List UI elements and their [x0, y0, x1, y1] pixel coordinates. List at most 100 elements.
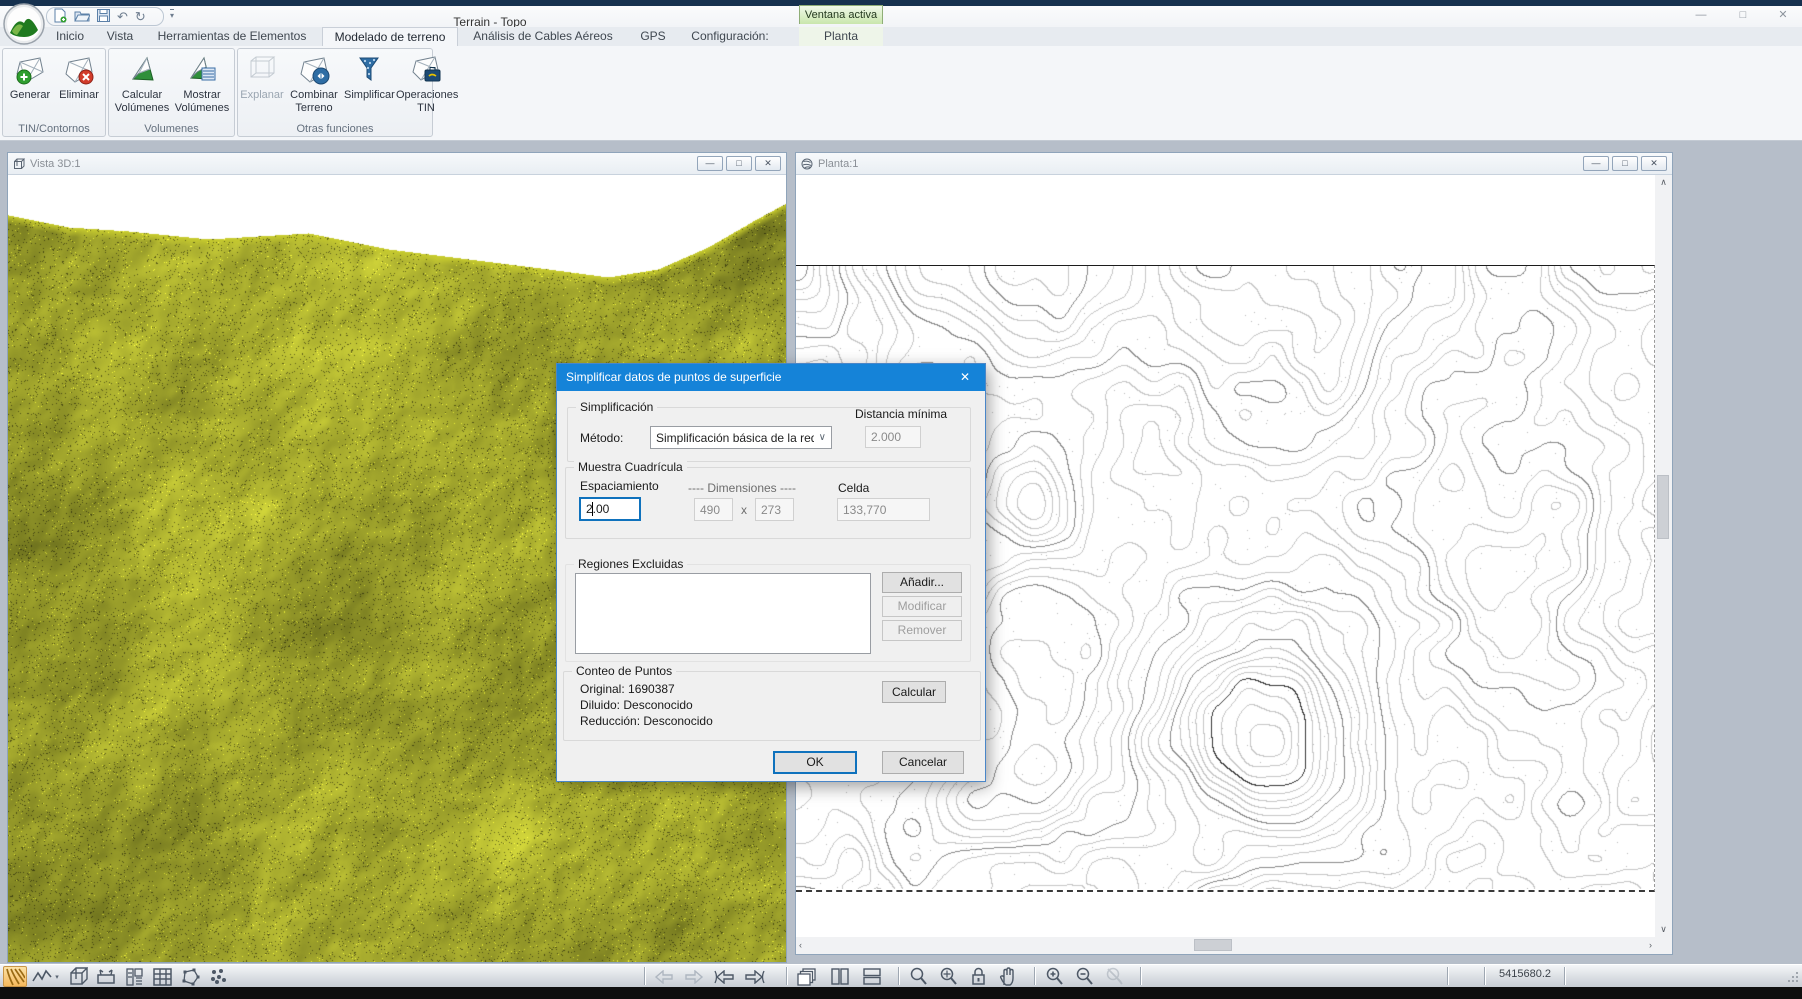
forward-icon[interactable]	[682, 966, 706, 987]
tin-add-icon	[13, 53, 47, 87]
generar-button[interactable]: Generar	[7, 52, 53, 122]
scrollbar-corner	[1655, 937, 1672, 954]
profile-line-icon[interactable]	[30, 966, 54, 987]
ribbon-group-tin-contornos: Generar Eliminar TIN/Contornos	[2, 48, 106, 137]
scroll-right-icon[interactable]: ›	[1649, 940, 1652, 950]
horizontal-scroll-thumb[interactable]	[1194, 939, 1232, 951]
profile-line-dropdown-icon[interactable]: ▾	[52, 966, 62, 987]
open-file-icon[interactable]	[74, 9, 90, 25]
mostrar-volumenes-button[interactable]: Mostrar Volúmenes	[173, 52, 231, 122]
group-muestra-label: Muestra Cuadrícula	[574, 460, 687, 474]
minimize-button[interactable]: —	[1686, 8, 1716, 24]
ribbon-group-volumenes: Calcular Volúmenes Mostrar Volúmenes Vol…	[108, 48, 235, 137]
polygon-edit-icon[interactable]	[178, 966, 202, 987]
dimension-width-field[interactable]	[694, 498, 733, 521]
next-view-icon[interactable]	[742, 966, 766, 987]
metodo-combobox[interactable]: Simplificación básica de la red (ráp ∨	[650, 426, 832, 449]
app-titlebar: Terrain - Topo	[0, 6, 1802, 27]
cascade-windows-icon[interactable]	[794, 966, 818, 987]
vertical-scrollbar[interactable]: ∧ ∨	[1655, 175, 1672, 937]
close-button[interactable]: ✕	[1768, 8, 1798, 24]
operaciones-tin-button[interactable]: Operaciones TIN	[396, 52, 456, 122]
simplificar-button[interactable]: Simplificar	[344, 52, 394, 122]
tile-horizontal-icon[interactable]	[860, 966, 884, 987]
zoom-extents-icon[interactable]	[936, 966, 960, 987]
anadir-button[interactable]: Añadir...	[882, 572, 962, 593]
merge-terrain-icon	[297, 53, 331, 87]
eliminar-button[interactable]: Eliminar	[55, 52, 103, 122]
simplify-dialog: Simplificar datos de puntos de superfici…	[556, 363, 986, 782]
combinar-terreno-button[interactable]: Combinar Terreno	[286, 52, 342, 122]
app-logo-icon[interactable]	[3, 3, 45, 45]
tab-gps[interactable]: GPS	[630, 27, 676, 46]
planta-close-button[interactable]: ✕	[1641, 156, 1667, 171]
bottom-toolbar: ▾	[0, 964, 1802, 987]
distancia-minima-field[interactable]	[865, 426, 921, 448]
tab-herramientas[interactable]: Herramientas de Elementos	[144, 27, 320, 46]
group-title: TIN/Contornos	[3, 123, 105, 135]
view-3d-icon[interactable]	[66, 966, 90, 987]
celda-field[interactable]	[837, 498, 930, 521]
calcular-volumenes-button[interactable]: Calcular Volúmenes	[113, 52, 171, 122]
new-file-icon[interactable]	[53, 8, 67, 26]
regiones-listbox[interactable]	[575, 573, 871, 654]
vista3d-close-button[interactable]: ✕	[755, 156, 781, 171]
explanar-button[interactable]: Explanar	[240, 52, 284, 122]
tab-configuracion[interactable]: Configuración:	[680, 27, 780, 46]
vista3d-maximize-button[interactable]: □	[726, 156, 752, 171]
point-cloud-icon[interactable]	[206, 966, 230, 987]
vista3d-titlebar[interactable]: Vista 3D:1 — □ ✕	[8, 153, 786, 175]
dialog-title[interactable]: Simplificar datos de puntos de superfici…	[557, 364, 985, 391]
back-icon[interactable]	[652, 966, 676, 987]
vista3d-minimize-button[interactable]: —	[697, 156, 723, 171]
espaciamiento-field[interactable]	[579, 497, 641, 521]
section-view-icon[interactable]	[94, 966, 118, 987]
planta-title: Planta:1	[818, 158, 858, 170]
grid-table-icon[interactable]	[150, 966, 174, 987]
panel-manager-icon[interactable]	[122, 966, 146, 987]
qat-customize-icon[interactable]: ▾	[170, 9, 174, 20]
maximize-button[interactable]: □	[1728, 8, 1758, 24]
resize-grip[interactable]	[1787, 971, 1799, 983]
scroll-left-icon[interactable]: ‹	[799, 940, 802, 950]
vertical-scroll-thumb[interactable]	[1657, 475, 1669, 539]
zoom-out-icon[interactable]	[1072, 966, 1096, 987]
dimension-height-field[interactable]	[755, 498, 794, 521]
tab-vista[interactable]: Vista	[96, 27, 144, 46]
tile-vertical-icon[interactable]	[828, 966, 852, 987]
dialog-close-icon[interactable]: ✕	[945, 364, 985, 391]
remover-button[interactable]: Remover	[882, 620, 962, 641]
horizontal-scrollbar[interactable]: ‹ ›	[796, 937, 1655, 954]
espaciamiento-label: Espaciamiento	[580, 479, 659, 493]
group-regiones-excluidas: Regiones Excluidas Añadir... Modificar R…	[565, 564, 971, 662]
zoom-lock-icon[interactable]	[966, 966, 990, 987]
planta-maximize-button[interactable]: □	[1612, 156, 1638, 171]
calcular-button[interactable]: Calcular	[882, 681, 946, 703]
previous-view-icon[interactable]	[712, 966, 736, 987]
ribbon-tab-row: Inicio Vista Herramientas de Elementos M…	[0, 27, 1802, 46]
tab-inicio[interactable]: Inicio	[44, 27, 96, 46]
scroll-down-icon[interactable]: ∨	[1655, 924, 1672, 935]
contour-display-icon[interactable]	[3, 966, 27, 987]
zoom-in-icon[interactable]	[1042, 966, 1066, 987]
modificar-button[interactable]: Modificar	[882, 596, 962, 617]
metodo-value: Simplificación básica de la red (ráp	[656, 431, 814, 445]
pan-hand-icon[interactable]	[996, 966, 1020, 987]
zoom-off-icon[interactable]	[1102, 966, 1126, 987]
save-icon[interactable]	[97, 9, 110, 25]
undo-icon[interactable]: ↶	[117, 10, 128, 23]
conteo-reduccion: Reducción: Desconocido	[580, 714, 713, 728]
ok-button[interactable]: OK	[773, 751, 857, 774]
planta-minimize-button[interactable]: —	[1583, 156, 1609, 171]
conteo-diluido: Diluido: Desconocido	[580, 698, 693, 712]
tab-planta[interactable]: Planta	[799, 27, 883, 46]
scroll-up-icon[interactable]: ∧	[1655, 177, 1672, 188]
zoom-window-icon[interactable]	[906, 966, 930, 987]
redo-icon[interactable]: ↻	[135, 10, 146, 23]
dimensiones-label: ---- Dimensiones ----	[688, 481, 796, 495]
tab-analisis-cables[interactable]: Análisis de Cables Aéreos	[460, 27, 626, 46]
tab-modelado-terreno[interactable]: Modelado de terreno	[322, 27, 458, 46]
cancelar-button[interactable]: Cancelar	[882, 751, 964, 774]
planta-titlebar[interactable]: Planta:1 — □ ✕	[796, 153, 1672, 175]
group-title: Volumenes	[109, 123, 234, 135]
